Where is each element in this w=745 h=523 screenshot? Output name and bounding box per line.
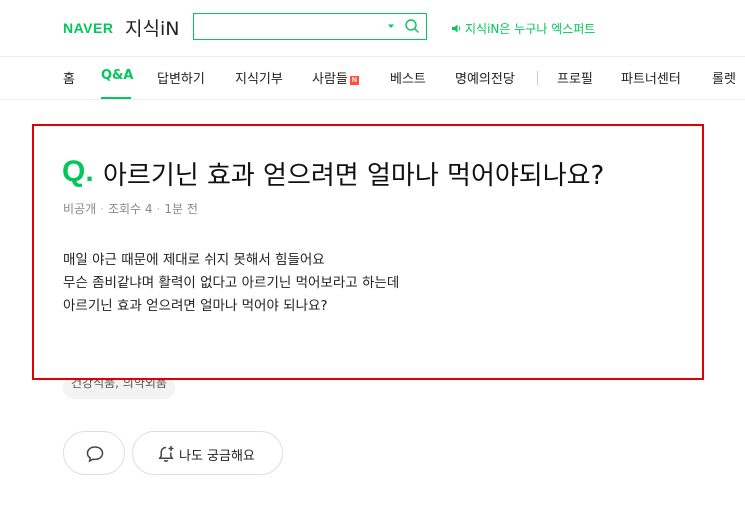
speaker-icon	[452, 24, 461, 33]
question-title: 아르기닌 효과 얻으려면 얼마나 먹어야되나요?	[103, 161, 605, 191]
post-time: 1분 전	[164, 202, 198, 216]
header: NAVER 지식iN 지식iN은 누구나 엑스퍼트	[0, 0, 745, 56]
curious-too-label: 나도 궁금해요	[179, 449, 255, 464]
bell-plus-icon	[158, 446, 174, 462]
tab-partner-center[interactable]: 파트너센터	[621, 68, 681, 87]
author: 비공개	[63, 202, 97, 216]
tab-answer[interactable]: 답변하기	[157, 68, 205, 87]
question-body: 매일 야근 때문에 제대로 쉬지 못해서 힘들어요 무슨 좀비같냐며 활력이 없…	[63, 249, 399, 318]
category-tag[interactable]: 건강식품, 의약외품	[63, 377, 175, 399]
tab-people-label: 사람들	[312, 72, 348, 87]
question-mark-label: Q.	[62, 155, 94, 188]
promo-text: 지식iN은 누구나 엑스퍼트	[465, 22, 596, 36]
tab-qna[interactable]: Q&A	[101, 68, 133, 83]
question-meta: 비공개 · 조회수 4 · 1분 전	[63, 202, 198, 216]
naver-logo[interactable]: NAVER	[63, 20, 113, 36]
nav-divider	[537, 71, 538, 85]
search-icon[interactable]	[404, 18, 420, 34]
dropdown-arrow-icon[interactable]	[385, 20, 397, 32]
tab-home[interactable]: 홈	[63, 68, 75, 87]
speech-bubble-icon	[86, 446, 104, 463]
comment-button[interactable]	[63, 431, 125, 475]
expert-promo-link[interactable]: 지식iN은 누구나 엑스퍼트	[451, 20, 595, 37]
active-tab-indicator	[101, 97, 131, 99]
body-line: 아르기닌 효과 얻으려면 얼마나 먹어야 되나요?	[63, 298, 328, 314]
body-line: 매일 야근 때문에 제대로 쉬지 못해서 힘들어요	[63, 252, 325, 268]
body-line: 무슨 좀비같냐며 활력이 없다고 아르기닌 먹어보라고 하는데	[63, 275, 400, 291]
curious-too-button[interactable]: 나도 궁금해요	[132, 431, 283, 475]
view-count: 조회수 4	[107, 202, 153, 216]
main-nav: 홈 Q&A 답변하기 지식기부 사람들 N 베스트 명예의전당 프로필 파트너센터…	[0, 56, 745, 100]
search-input[interactable]	[200, 17, 374, 38]
search-box	[193, 13, 427, 40]
tab-donate[interactable]: 지식기부	[235, 68, 283, 87]
tab-best[interactable]: 베스트	[390, 68, 426, 87]
tab-hall-of-fame[interactable]: 명예의전당	[455, 68, 515, 87]
tab-people[interactable]: 사람들 N	[312, 68, 359, 87]
kin-logo[interactable]: 지식iN	[125, 14, 179, 41]
tab-more[interactable]: 롤렛	[712, 68, 736, 87]
new-badge: N	[349, 76, 359, 85]
tab-profile[interactable]: 프로필	[557, 68, 593, 87]
